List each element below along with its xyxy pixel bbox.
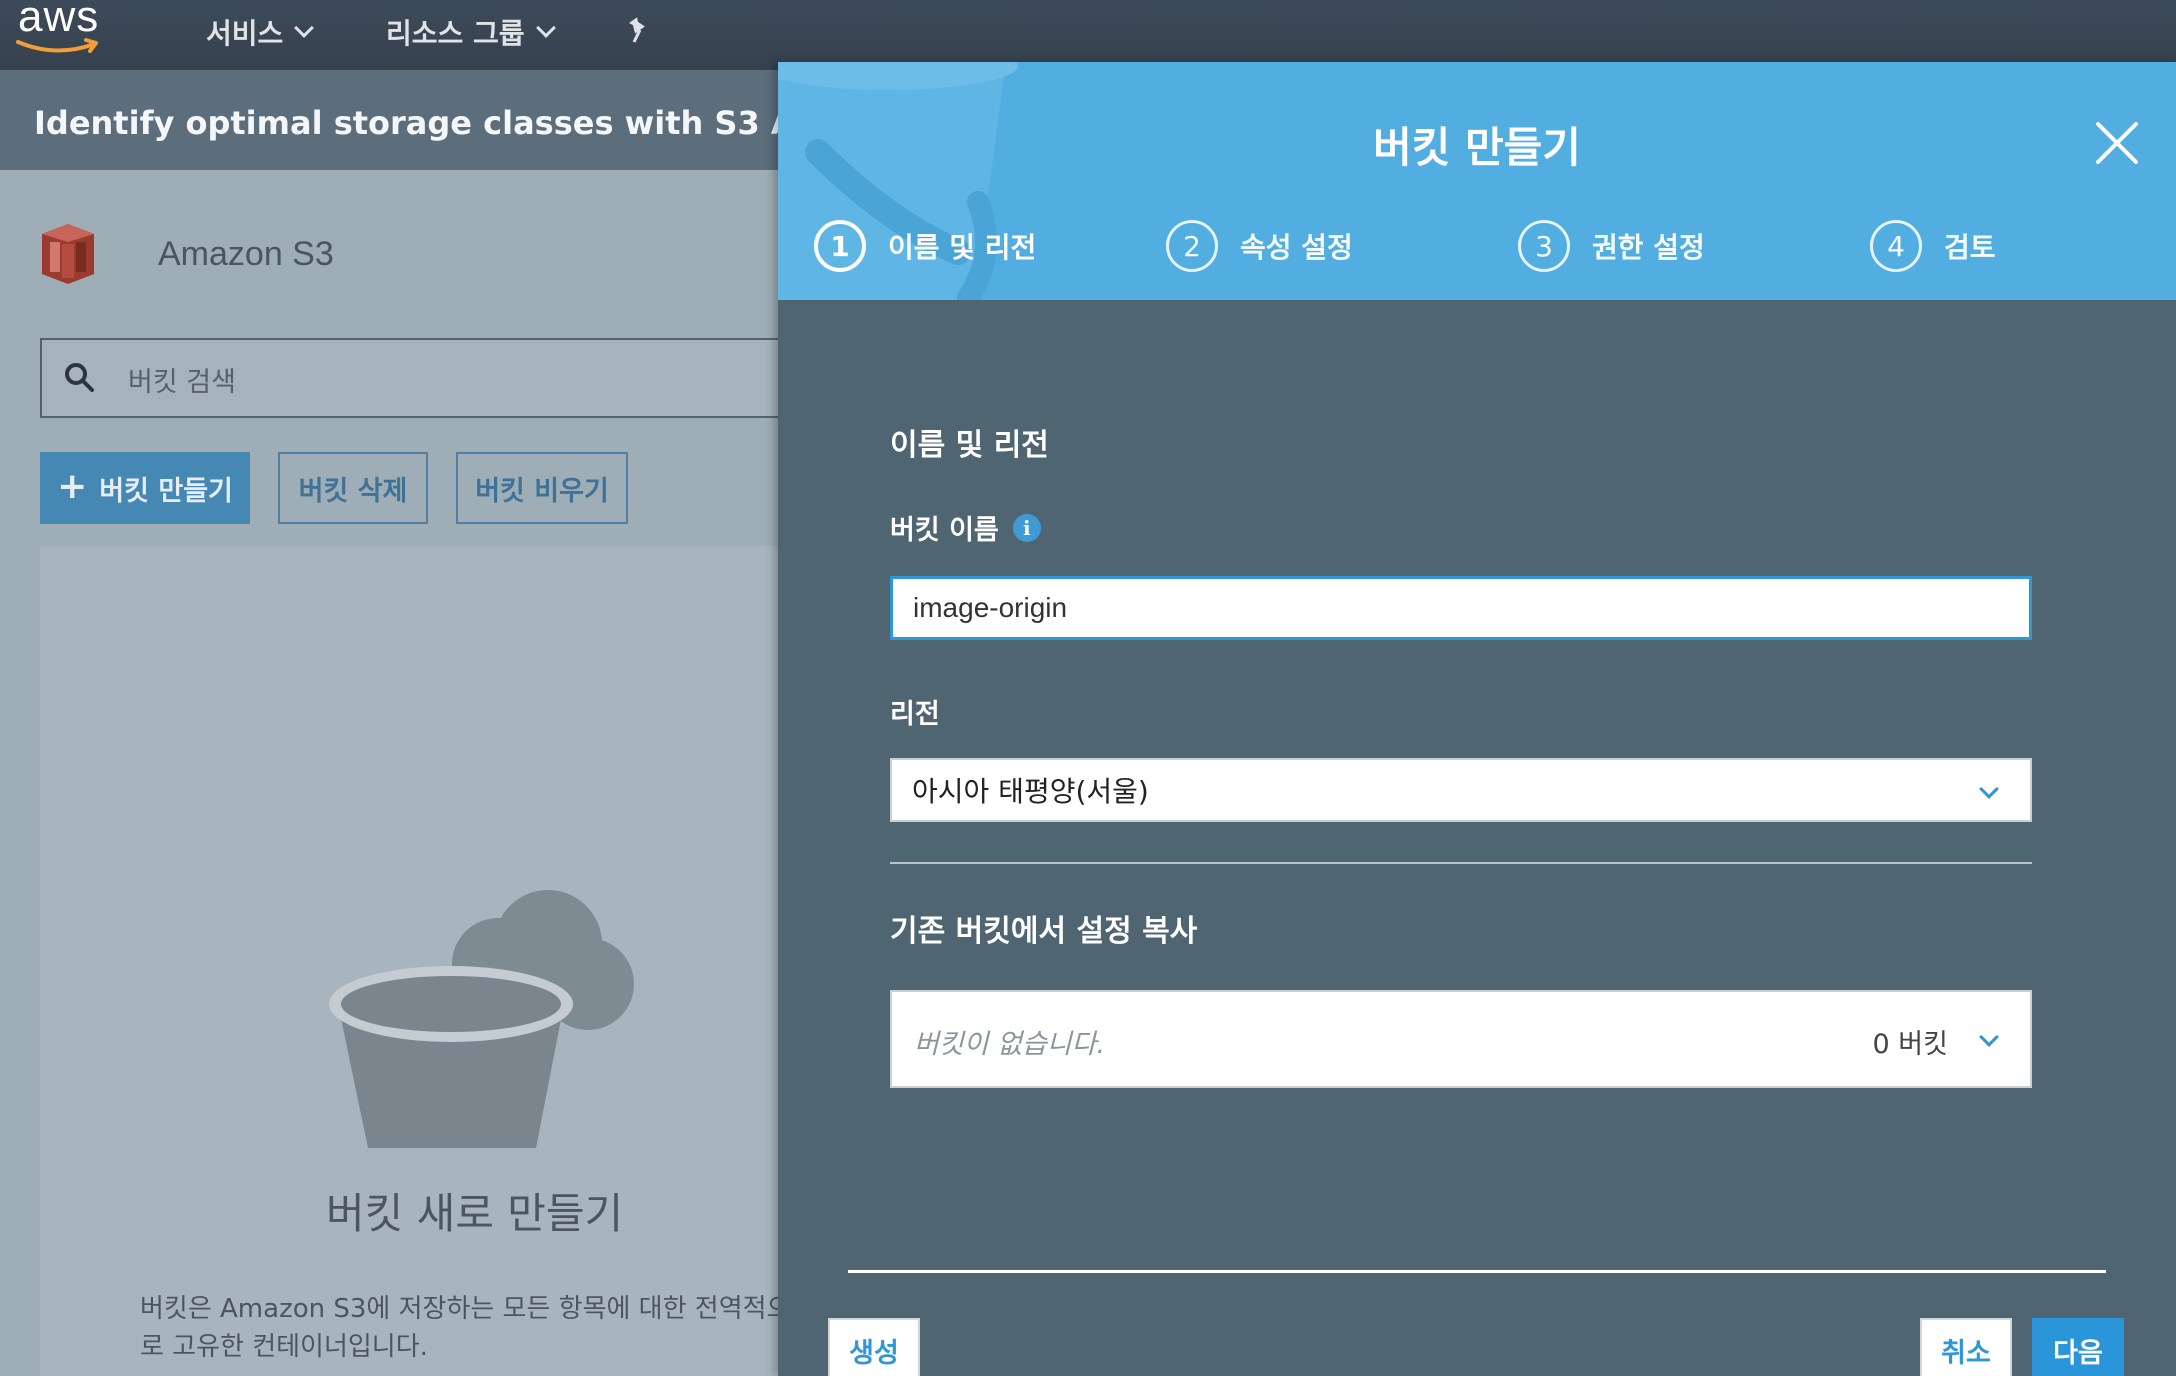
aws-logo[interactable]: aws [16,0,106,60]
copy-settings-title: 기존 버킷에서 설정 복사 [890,914,1198,949]
empty-state-title: 버킷 새로 만들기 [326,1189,624,1238]
empty-state-description: 버킷은 Amazon S3에 저장하는 모든 항목에 대한 전역적으로 고유한 … [140,1294,791,1362]
step-label: 이름 및 리전 [888,231,1037,264]
chevron-down-icon [294,18,315,38]
s3-brand: Amazon S3 [40,222,334,286]
info-icon[interactable]: i [1012,513,1041,542]
chevron-down-icon [535,18,556,38]
next-button[interactable]: 다음 [2032,1318,2124,1376]
top-navigation: aws 서비스 리소스 그룹 [0,0,2176,70]
resource-groups-label: 리소스 그룹 [386,17,525,50]
close-icon[interactable] [2092,118,2142,168]
step-permissions[interactable]: 3 권한 설정 [1518,220,1705,272]
empty-bucket-button[interactable]: 버킷 비우기 [456,452,628,524]
modal-title: 버킷 만들기 [1373,123,1581,172]
section-title: 이름 및 리전 [890,428,1049,463]
chevron-down-icon [1979,1027,1999,1047]
search-icon [65,363,94,392]
modal-header: 버킷 만들기 1 이름 및 리전 2 속성 설정 3 권한 설정 4 검토 [778,62,2176,300]
region-selected-value: 아시아 태평양(서울) [912,775,1149,808]
step-number: 1 [814,220,866,272]
step-review[interactable]: 4 검토 [1870,220,1996,272]
chevron-down-icon [1979,779,1999,799]
step-number: 4 [1870,220,1922,272]
delete-bucket-button[interactable]: 버킷 삭제 [278,452,428,524]
no-buckets-text: 버킷이 없습니다. [914,1029,1106,1060]
step-number: 2 [1166,220,1218,272]
cancel-button[interactable]: 취소 [1920,1318,2012,1376]
pin-icon[interactable] [626,16,654,54]
bucket-search-input[interactable]: 버킷 검색 [40,338,800,418]
resource-groups-menu[interactable]: 리소스 그룹 [386,12,556,52]
copy-settings-select[interactable]: 버킷이 없습니다. 0 버킷 [890,990,2032,1088]
create-button[interactable]: 생성 [828,1318,920,1376]
bucket-illustration [329,890,634,1148]
step-label: 권한 설정 [1592,231,1705,264]
divider [890,862,2032,864]
search-placeholder: 버킷 검색 [128,367,236,398]
analytics-banner: Identify optimal storage classes with S3… [0,70,936,170]
create-bucket-label: 버킷 만들기 [99,475,233,507]
step-label: 검토 [1944,231,1996,264]
bucket-count: 0 버킷 [1872,1029,1948,1060]
wizard-steps: 1 이름 및 리전 2 속성 설정 3 권한 설정 4 검토 [814,220,2154,280]
step-number: 3 [1518,220,1570,272]
aws-smile-icon [16,38,98,53]
s3-brand-label: Amazon S3 [158,234,334,273]
region-select[interactable]: 아시아 태평양(서울) [890,758,2032,822]
bucket-name-label-row: 버킷 이름 i [890,508,1041,547]
create-bucket-button[interactable]: + 버킷 만들기 [40,452,250,524]
region-label: 리전 [890,699,940,730]
bucket-name-input[interactable] [890,576,2032,640]
step-properties[interactable]: 2 속성 설정 [1166,220,1353,272]
step-label: 속성 설정 [1240,231,1353,264]
plus-icon: + [57,465,88,507]
bucket-name-label: 버킷 이름 [890,515,999,546]
footer-divider [848,1270,2106,1273]
create-bucket-modal: 버킷 만들기 1 이름 및 리전 2 속성 설정 3 권한 설정 4 검토 이름… [778,62,2176,1376]
services-menu[interactable]: 서비스 [206,12,315,52]
step-name-region[interactable]: 1 이름 및 리전 [814,220,1036,272]
s3-logo-icon [42,224,94,284]
services-label: 서비스 [206,17,284,50]
